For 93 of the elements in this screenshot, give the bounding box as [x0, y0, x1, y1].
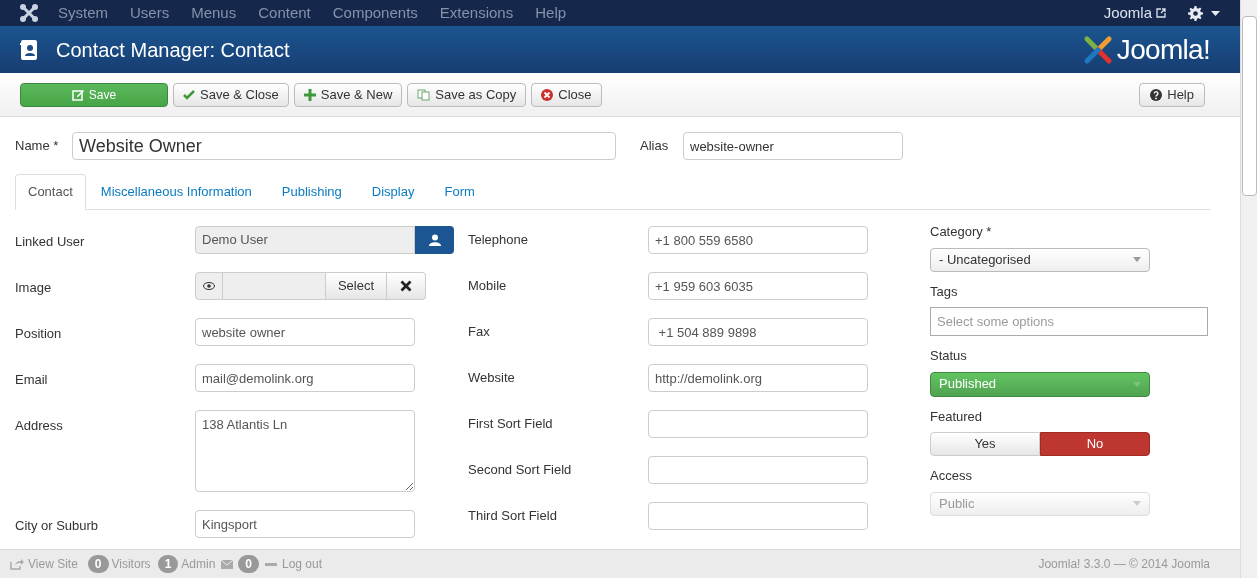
caret-icon — [1133, 381, 1141, 387]
field-label: Featured — [930, 407, 984, 426]
field-label: Name * — [15, 137, 60, 156]
toolbar-button[interactable]: Close — [531, 82, 602, 107]
user-icon — [428, 234, 441, 246]
field-label: Fax — [468, 323, 491, 342]
contact-book-icon — [20, 39, 38, 60]
check-icon — [183, 88, 195, 101]
text-field[interactable]: Kingsport — [195, 510, 415, 538]
name-field[interactable]: Website Owner — [72, 132, 616, 160]
count-badge: 0 — [87, 555, 109, 573]
external-link-icon — [1156, 8, 1166, 18]
count-badge: 0 — [238, 555, 259, 573]
share-icon — [10, 558, 24, 570]
toolbar-button[interactable]: Save & Close — [173, 82, 289, 107]
alias-field[interactable]: website-owner — [683, 132, 903, 160]
minus-icon — [265, 562, 277, 566]
version-text: Joomla! 3.3.0 — © 2014 Joomla — [1038, 556, 1210, 573]
menu-item[interactable]: Extensions — [439, 1, 514, 25]
plus-icon — [303, 88, 316, 101]
field-label: Category * — [930, 223, 993, 241]
select-field[interactable]: - Uncategorised — [930, 247, 1150, 272]
close-circle-icon — [541, 88, 554, 101]
logo-text: Joomla! — [1116, 32, 1210, 67]
close-icon — [400, 280, 412, 292]
joomla-logo-icon[interactable] — [20, 4, 38, 22]
field-label: Mobile — [468, 277, 508, 296]
menu-item[interactable]: Users — [130, 1, 170, 25]
caret-icon — [1133, 257, 1141, 262]
scrollbar[interactable] — [1240, 0, 1257, 578]
tab[interactable]: Display — [356, 174, 430, 209]
text-field[interactable] — [648, 456, 868, 484]
menu-item[interactable]: Content — [258, 1, 311, 25]
text-field[interactable]: http://demolink.org — [648, 364, 868, 392]
select-field: Public — [930, 491, 1150, 516]
text-field[interactable]: +1 800 559 6580 — [648, 226, 868, 254]
address-field[interactable]: 138 Atlantis Ln — [195, 410, 415, 492]
field-label: First Sort Field — [468, 415, 554, 434]
field-label: Status — [930, 347, 968, 365]
admin-label: Admin — [181, 556, 216, 573]
text-field[interactable]: +1 959 603 6035 — [648, 272, 868, 300]
tab[interactable]: Publishing — [266, 174, 357, 209]
field-label: Position — [15, 325, 63, 343]
text-field[interactable]: mail@demolink.org — [195, 364, 415, 392]
field-label: Second Sort Field — [468, 461, 573, 480]
field-label: Linked User — [15, 233, 86, 251]
envelope-icon — [221, 559, 234, 569]
tab[interactable]: Miscellaneous Information — [85, 174, 267, 209]
menu-item[interactable]: Menus — [191, 1, 237, 25]
count-badge: 1 — [157, 555, 179, 573]
field-label: Telephone — [468, 231, 529, 250]
menu-item[interactable]: Components — [332, 1, 418, 25]
page-title: Contact Manager: Contact — [56, 37, 290, 63]
text-field[interactable] — [648, 410, 868, 438]
field-label: Access — [930, 467, 973, 485]
caret-icon — [1133, 501, 1141, 506]
gear-icon — [1188, 5, 1203, 21]
field-label: Image — [15, 279, 53, 297]
linked-user-field[interactable]: Demo User — [195, 226, 415, 254]
help-icon — [1150, 88, 1163, 101]
menu-item[interactable]: Help — [535, 1, 567, 25]
tags-field[interactable]: Select some options — [930, 307, 1208, 336]
edit-icon — [71, 88, 84, 101]
text-field[interactable] — [648, 502, 868, 530]
help-button[interactable]: Help — [1139, 82, 1205, 107]
field-label: Tags — [930, 282, 959, 301]
field-label: City or Suburb — [15, 517, 100, 535]
text-field[interactable]: +1 504 889 9898 — [648, 318, 868, 346]
text-field[interactable]: website owner — [195, 318, 415, 346]
tab[interactable]: Contact — [15, 174, 86, 210]
select-user-button[interactable] — [415, 226, 454, 254]
caret-icon — [1211, 10, 1220, 16]
field-label: Third Sort Field — [468, 507, 558, 526]
clear-button[interactable] — [387, 272, 426, 300]
site-link[interactable]: Joomla — [1103, 1, 1166, 25]
image-path-field[interactable] — [223, 272, 325, 300]
field-label: Email — [15, 371, 49, 389]
preview-button[interactable] — [195, 272, 223, 300]
eye-icon — [203, 282, 215, 290]
toggle-option[interactable]: No — [1040, 432, 1150, 456]
joomla-logo-icon — [1082, 34, 1113, 65]
field-label: Alias — [640, 137, 670, 156]
toggle-option[interactable]: Yes — [930, 432, 1040, 456]
field-label: Address — [15, 417, 64, 435]
copy-icon — [417, 88, 431, 101]
visitors-label: Visitors — [111, 556, 151, 573]
toolbar-button[interactable]: Save & New — [293, 82, 403, 107]
settings-menu[interactable] — [1188, 5, 1220, 21]
toolbar-button[interactable]: Save as Copy — [407, 82, 527, 107]
tab[interactable]: Form — [429, 174, 490, 209]
menu-item[interactable]: System — [58, 1, 108, 25]
field-label: Website — [468, 369, 516, 388]
select-button[interactable]: Select — [325, 272, 387, 300]
